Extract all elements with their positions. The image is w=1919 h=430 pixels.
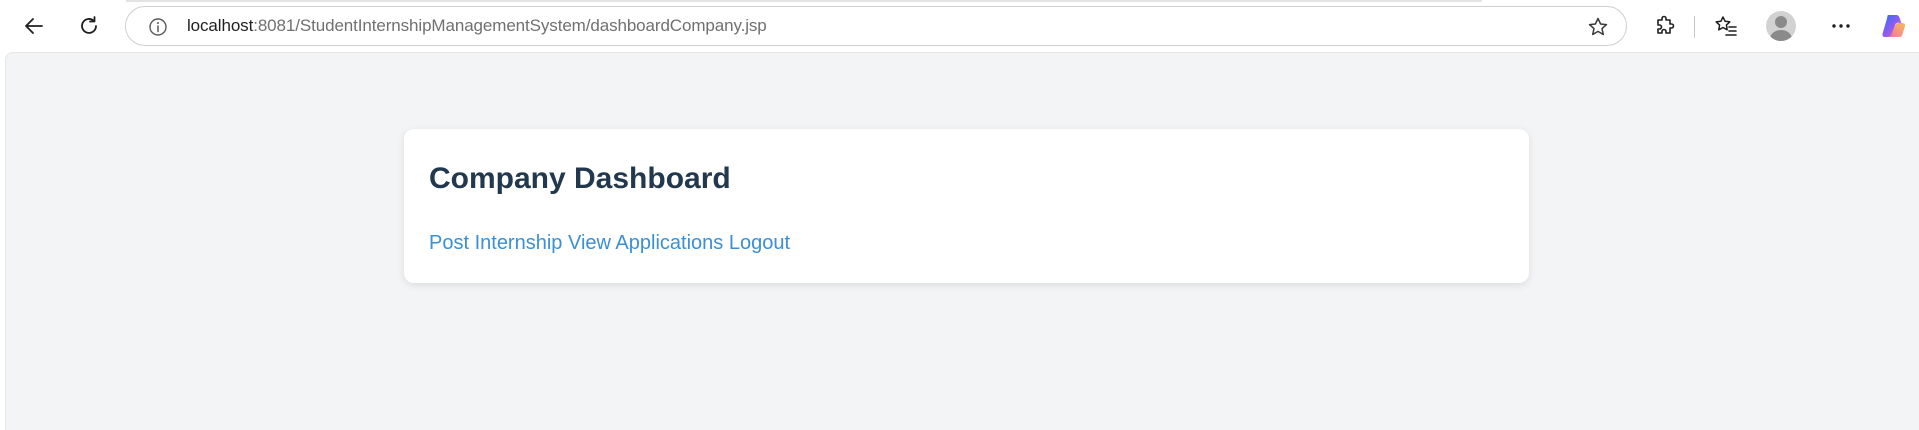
refresh-button[interactable] — [71, 8, 107, 44]
copilot-icon — [1882, 15, 1906, 37]
more-icon — [1832, 24, 1850, 28]
page-title: Company Dashboard — [429, 162, 731, 195]
copilot-button[interactable] — [1875, 8, 1911, 44]
extensions-button[interactable] — [1647, 8, 1683, 44]
refresh-icon — [81, 16, 97, 34]
back-arrow-icon — [25, 18, 43, 34]
info-icon — [149, 18, 167, 36]
extensions-icon — [1657, 15, 1675, 34]
view-applications-link[interactable]: View Applications — [568, 232, 723, 254]
profile-head-shape — [1775, 16, 1787, 28]
site-info-button[interactable] — [147, 16, 169, 38]
browser-toolbar: localhost:8081/StudentInternshipManageme… — [0, 0, 1919, 52]
url-path: :8081/StudentInternshipManagementSystem/… — [253, 16, 767, 35]
dashboard-card: Company Dashboard Post Internship View A… — [404, 129, 1529, 283]
favorite-button[interactable] — [1586, 15, 1610, 39]
dashboard-nav: Post Internship View Applications Logout — [429, 232, 790, 255]
more-button[interactable] — [1823, 8, 1859, 44]
toolbar-separator — [1694, 16, 1695, 38]
post-internship-link[interactable]: Post Internship — [429, 232, 562, 254]
back-button[interactable] — [16, 8, 52, 44]
favorites-button[interactable] — [1708, 8, 1744, 44]
profile-body-shape — [1770, 30, 1792, 41]
logout-link[interactable]: Logout — [729, 232, 790, 254]
favorites-icon — [1715, 16, 1737, 36]
url-host: localhost — [187, 16, 254, 35]
address-bar[interactable]: localhost:8081/StudentInternshipManageme… — [125, 6, 1627, 46]
star-icon — [1588, 17, 1608, 36]
profile-icon[interactable] — [1766, 11, 1796, 41]
page-viewport: Company Dashboard Post Internship View A… — [5, 52, 1919, 430]
url-text[interactable]: localhost:8081/StudentInternshipManageme… — [187, 7, 767, 45]
loading-strip — [126, 0, 1482, 2]
